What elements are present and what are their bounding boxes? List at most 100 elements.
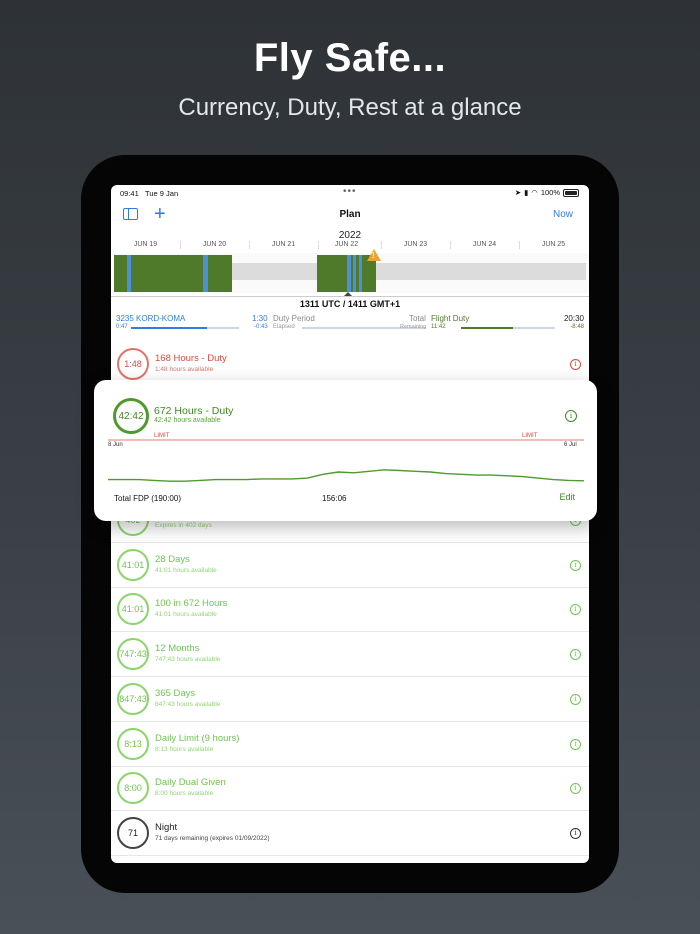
- limit-subtitle: 41:01 hours available: [155, 567, 217, 574]
- promo-subhead: Currency, Duty, Rest at a glance: [178, 94, 522, 121]
- timeline-flight-block[interactable]: [347, 255, 351, 292]
- limit-row-28-days[interactable]: 41:01 28 Days 41:01 hours available i: [111, 544, 589, 588]
- warning-exclamation-icon: !: [372, 251, 375, 260]
- chart-start-date: 8 Jun: [108, 442, 123, 448]
- battery-percent: 100%: [540, 188, 560, 197]
- limit-label-left: LIMIT: [154, 433, 170, 439]
- timeline-divider: [111, 296, 589, 297]
- timeline-day-label: JUN 20: [202, 241, 227, 248]
- elapsed-delta: -0:43: [254, 324, 268, 330]
- duty-history-chart: LIMIT LIMIT 8 Jun 6 Jul: [108, 433, 584, 482]
- remaining-label: Remaining: [400, 324, 427, 330]
- limit-title: 12 Months: [155, 643, 200, 654]
- timeline-flight-block[interactable]: [359, 255, 362, 292]
- status-indicators: ➤ ▮ ◠ 100%: [515, 188, 579, 197]
- limit-title: Night: [155, 822, 178, 833]
- limit-subtitle: Expires in 402 days: [155, 522, 212, 529]
- limit-ring: 41:01: [117, 593, 149, 625]
- total-fdp-label: Total FDP (190:00): [114, 494, 181, 503]
- status-time: 09:41 Tue 9 Jan: [120, 189, 179, 198]
- info-icon[interactable]: i: [570, 694, 581, 705]
- timeline-flight-block[interactable]: [353, 255, 356, 292]
- card-title: 672 Hours - Duty: [154, 405, 234, 417]
- limit-title: Daily Dual Given: [155, 777, 226, 788]
- limit-title: 365 Days: [155, 688, 196, 699]
- limit-row-dual-given[interactable]: 8:00 Daily Dual Given 8:00 hours availab…: [111, 767, 589, 811]
- limit-subtitle: 847:43 hours available: [155, 701, 221, 708]
- info-icon[interactable]: i: [570, 739, 581, 750]
- edit-button[interactable]: Edit: [559, 492, 575, 502]
- utc-time-readout: 1311 UTC / 1411 GMT+1: [299, 299, 401, 309]
- timeline-day-label: JUN 22: [334, 241, 359, 248]
- limit-row-365-days[interactable]: 847:43 365 Days 847:43 hours available i: [111, 678, 589, 722]
- app-screen: 09:41 Tue 9 Jan ••• ➤ ▮ ◠ 100% + Plan No…: [111, 185, 589, 863]
- card-subtitle: 42:42 hours available: [154, 417, 221, 424]
- info-icon[interactable]: i: [570, 649, 581, 660]
- limit-title: 100 in 672 Hours: [155, 598, 228, 609]
- timeline-day-label: JUN 23: [403, 241, 428, 248]
- total-label: Total: [409, 314, 426, 323]
- signal-icon: ▮: [524, 188, 529, 197]
- timeline-days: JUN 19 JUN 20 JUN 21 JUN 22 JUN 23 JUN 2…: [111, 241, 589, 251]
- info-icon[interactable]: i: [570, 604, 581, 615]
- limit-subtitle: 41:01 hours available: [155, 611, 217, 618]
- timeline-duty-block[interactable]: [114, 255, 232, 292]
- limit-row-100-in-672[interactable]: 41:01 100 in 672 Hours 41:01 hours avail…: [111, 588, 589, 632]
- limit-title: Daily Limit (9 hours): [155, 733, 240, 744]
- limit-row-daily-limit[interactable]: 8:13 Daily Limit (9 hours) 8:13 hours av…: [111, 723, 589, 767]
- remaining-value: 11:42: [431, 324, 446, 330]
- limit-subtitle: 8:00 hours available: [155, 790, 214, 797]
- timeline-day-label: JUN 24: [472, 241, 497, 248]
- timeline-day-label: JUN 19: [133, 241, 158, 248]
- limit-ring: 8:00: [117, 772, 149, 804]
- duty-summary[interactable]: 3235 KORD-KOMA 0:47 1:30 -0:43 Duty Peri…: [111, 314, 589, 334]
- elapsed-label: Elapsed: [273, 324, 295, 330]
- timeline-flight-block[interactable]: [203, 255, 208, 292]
- duty-history-line: [108, 469, 584, 482]
- chart-end-date: 6 Jul: [564, 442, 577, 448]
- limit-title: 168 Hours - Duty: [155, 353, 227, 364]
- multitask-dots-icon[interactable]: •••: [343, 186, 357, 197]
- elapsed-value: 1:30: [252, 314, 268, 323]
- total-fdp-value: 156:06: [322, 494, 347, 503]
- duty-period-label: Duty Period: [273, 314, 315, 323]
- duty-timeline[interactable]: [114, 253, 589, 293]
- duty-end-time: 20:30: [563, 314, 584, 323]
- battery-icon: [563, 188, 579, 197]
- timeline-rest-block: [376, 263, 586, 280]
- currency-row-night[interactable]: 71 Night 71 days remaining (expires 01/0…: [111, 812, 589, 856]
- limit-subtitle: 1:48 hours available: [155, 366, 214, 373]
- timeline-day-label: JUN 25: [541, 241, 566, 248]
- limit-ring: 1:48: [117, 348, 149, 380]
- limit-ring: 41:01: [117, 549, 149, 581]
- limit-label-right: LIMIT: [522, 433, 538, 439]
- limit-subtitle: 8:13 hours available: [155, 746, 214, 753]
- limit-ring: 747:43: [117, 638, 149, 670]
- info-icon[interactable]: i: [570, 828, 581, 839]
- timeline-rest-block: [232, 263, 317, 280]
- limit-subtitle: 747:43 hours available: [155, 656, 221, 663]
- info-icon[interactable]: i: [570, 783, 581, 794]
- info-icon[interactable]: i: [570, 359, 581, 370]
- info-icon[interactable]: i: [565, 410, 577, 422]
- limit-ring: 42:42: [113, 398, 149, 434]
- current-flight: 3235 KORD-KOMA: [116, 314, 186, 323]
- duty-detail-card[interactable]: 42:42 672 Hours - Duty 42:42 hours avail…: [94, 380, 597, 521]
- status-bar: 09:41 Tue 9 Jan ••• ➤ ▮ ◠ 100%: [111, 185, 589, 201]
- promo-headline: Fly Safe...: [253, 36, 447, 80]
- limit-ring: 8:13: [117, 728, 149, 760]
- timeline-flight-block[interactable]: [127, 255, 131, 292]
- location-icon: ➤: [514, 188, 522, 197]
- timeline-year: 2022: [338, 230, 362, 241]
- current-flight-time: 0:47: [116, 324, 128, 330]
- limit-ring: 71: [117, 817, 149, 849]
- limit-title: 28 Days: [155, 554, 190, 565]
- timeline-day-label: JUN 21: [271, 241, 296, 248]
- limit-row-12-months[interactable]: 747:43 12 Months 747:43 hours available …: [111, 633, 589, 677]
- flight-progress-bar: [131, 327, 239, 329]
- limit-ring: 847:43: [117, 683, 149, 715]
- flight-duty-progress-bar: [461, 327, 555, 329]
- wifi-icon: ◠: [531, 188, 538, 197]
- now-button[interactable]: Now: [553, 209, 573, 220]
- info-icon[interactable]: i: [570, 560, 581, 571]
